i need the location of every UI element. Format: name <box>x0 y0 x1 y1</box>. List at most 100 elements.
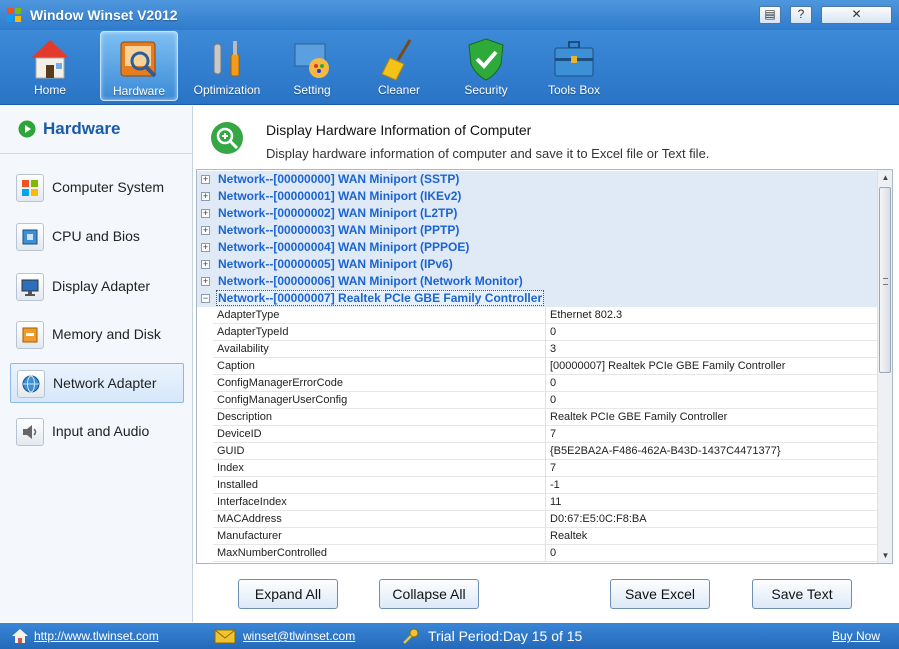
property-value: 0 <box>550 377 557 389</box>
column-divider <box>545 392 546 409</box>
column-divider <box>545 494 546 511</box>
tree-group[interactable]: + Network--[00000000] WAN Miniport (SSTP) <box>197 171 877 188</box>
shield-icon <box>468 38 504 81</box>
property-value: 11 <box>550 496 562 508</box>
column-divider <box>545 358 546 375</box>
expand-icon[interactable]: + <box>201 260 210 269</box>
column-divider <box>545 528 546 545</box>
property-key: AdapterType <box>217 309 280 321</box>
tree-group[interactable]: + Network--[00000002] WAN Miniport (L2TP) <box>197 205 877 222</box>
sidebar-item-label: Display Adapter <box>52 278 151 294</box>
column-divider <box>545 426 546 443</box>
property-value: 0 <box>550 547 557 559</box>
property-row[interactable]: AdapterTypeId 0 <box>213 324 877 341</box>
sidebar-item-label: Computer System <box>52 179 165 195</box>
expand-icon[interactable]: + <box>201 243 210 252</box>
sidebar-item-memory-disk[interactable]: Memory and Disk <box>10 315 184 355</box>
tree-group[interactable]: + Network--[00000005] WAN Miniport (IPv6) <box>197 256 877 273</box>
expand-icon[interactable]: + <box>201 192 210 201</box>
property-row[interactable]: InterfaceIndex 11 <box>213 494 877 511</box>
property-key: Manufacturer <box>217 530 282 542</box>
property-key: Installed <box>217 479 258 491</box>
property-value: [00000007] Realtek PCIe GBE Family Contr… <box>550 360 786 372</box>
property-row[interactable]: Availability 3 <box>213 341 877 358</box>
globe-icon <box>17 370 45 398</box>
sidebar-item-cpu-bios[interactable]: CPU and Bios <box>10 217 184 257</box>
sidebar-item-network-adapter[interactable]: Network Adapter <box>10 363 184 403</box>
tree-group[interactable]: + Network--[00000003] WAN Miniport (PPTP) <box>197 222 877 239</box>
property-row[interactable]: MACAddress D0:67:E5:0C:F8:BA <box>213 511 877 528</box>
property-key: ConfigManagerErrorCode <box>217 377 343 389</box>
email-link[interactable]: winset@tlwinset.com <box>243 629 355 643</box>
sidebar-item-input-audio[interactable]: Input and Audio <box>10 412 184 452</box>
property-key: Index <box>217 462 244 474</box>
save-excel-button[interactable]: Save Excel <box>610 579 710 609</box>
scroll-up-icon[interactable]: ▲ <box>878 170 892 185</box>
column-divider <box>545 443 546 460</box>
column-divider <box>545 375 546 392</box>
vertical-scrollbar[interactable]: ▲ ▼ <box>877 170 892 563</box>
sidebar-item-computer-system[interactable]: Computer System <box>10 168 184 208</box>
collapse-all-button[interactable]: Collapse All <box>379 579 479 609</box>
property-row[interactable]: ConfigManagerErrorCode 0 <box>213 375 877 392</box>
trial-period-text: Trial Period:Day 15 of 15 <box>428 628 583 644</box>
expand-all-button[interactable]: Expand All <box>238 579 338 609</box>
tree-group[interactable]: + Network--[00000004] WAN Miniport (PPPOE… <box>197 239 877 256</box>
setting-icon <box>294 43 329 78</box>
property-row[interactable]: DeviceID 7 <box>213 426 877 443</box>
toolbar-home-button[interactable]: Home <box>11 31 89 101</box>
property-key: Caption <box>217 360 255 372</box>
property-row[interactable]: Manufacturer Realtek <box>213 528 877 545</box>
menu-icon[interactable]: ▤ <box>759 6 781 24</box>
collapse-icon[interactable]: − <box>201 294 210 303</box>
tree-group-selected[interactable]: − Network--[00000007] Realtek PCIe GBE Fa… <box>197 290 877 307</box>
toolbar-security-label: Security <box>464 83 508 97</box>
scroll-down-icon[interactable]: ▼ <box>878 548 892 563</box>
property-row[interactable]: Caption [00000007] Realtek PCIe GBE Famil… <box>213 358 877 375</box>
property-key: AdapterTypeId <box>217 326 289 338</box>
sidebar-title: Hardware <box>43 119 121 138</box>
property-value: 0 <box>550 326 557 338</box>
hardware-tree-view[interactable]: + Network--[00000000] WAN Miniport (SSTP)… <box>196 169 893 564</box>
tree-group[interactable]: + Network--[00000006] WAN Miniport (Netwo… <box>197 273 877 290</box>
property-row[interactable]: AdapterType Ethernet 802.3 <box>213 307 877 324</box>
tree-group[interactable]: + Network--[00000001] WAN Miniport (IKEv2… <box>197 188 877 205</box>
website-link[interactable]: http://www.tlwinset.com <box>34 629 159 643</box>
column-divider <box>545 545 546 562</box>
expand-icon[interactable]: + <box>201 277 210 286</box>
toolbar-cleaner-button[interactable]: Cleaner <box>360 31 438 101</box>
house-icon <box>12 629 28 643</box>
close-icon[interactable]: ✕ <box>821 6 892 24</box>
key-icon <box>403 628 419 644</box>
tree-group-label: Network--[00000003] WAN Miniport (PPTP) <box>218 223 460 237</box>
sidebar-item-display-adapter[interactable]: Display Adapter <box>10 267 184 307</box>
help-icon[interactable]: ? <box>790 6 812 24</box>
toolbar-security-button[interactable]: Security <box>447 31 525 101</box>
column-divider <box>545 307 546 324</box>
content-header: Display Hardware Information of Computer… <box>194 106 899 168</box>
toolbar-setting-button[interactable]: Setting <box>273 31 351 101</box>
property-row[interactable]: Index 7 <box>213 460 877 477</box>
property-key: MaxNumberControlled <box>217 547 328 559</box>
toolbar-optimization-button[interactable]: Optimization <box>188 31 266 101</box>
property-row[interactable]: ConfigManagerUserConfig 0 <box>213 392 877 409</box>
toolbar-hardware-button[interactable]: Hardware <box>100 31 178 101</box>
content-subtitle: Display hardware information of computer… <box>266 146 710 161</box>
column-divider <box>545 409 546 426</box>
property-row[interactable]: GUID {B5E2BA2A-F486-462A-B43D-1437C447137… <box>213 443 877 460</box>
toolbar-toolsbox-button[interactable]: Tools Box <box>535 31 613 101</box>
expand-icon[interactable]: + <box>201 175 210 184</box>
toolbox-icon <box>554 41 594 77</box>
expand-icon[interactable]: + <box>201 226 210 235</box>
property-row[interactable]: Installed -1 <box>213 477 877 494</box>
property-row[interactable]: MaxNumberControlled 0 <box>213 545 877 562</box>
property-row[interactable]: Description Realtek PCIe GBE Family Contr… <box>213 409 877 426</box>
toolbar-hardware-label: Hardware <box>112 84 166 98</box>
property-key: InterfaceIndex <box>217 496 287 508</box>
scrollbar-thumb[interactable] <box>879 187 891 373</box>
buy-now-link[interactable]: Buy Now <box>832 629 880 643</box>
tree-group-label: Network--[00000005] WAN Miniport (IPv6) <box>218 257 453 271</box>
expand-icon[interactable]: + <box>201 209 210 218</box>
save-text-button[interactable]: Save Text <box>752 579 852 609</box>
home-icon <box>31 40 69 79</box>
